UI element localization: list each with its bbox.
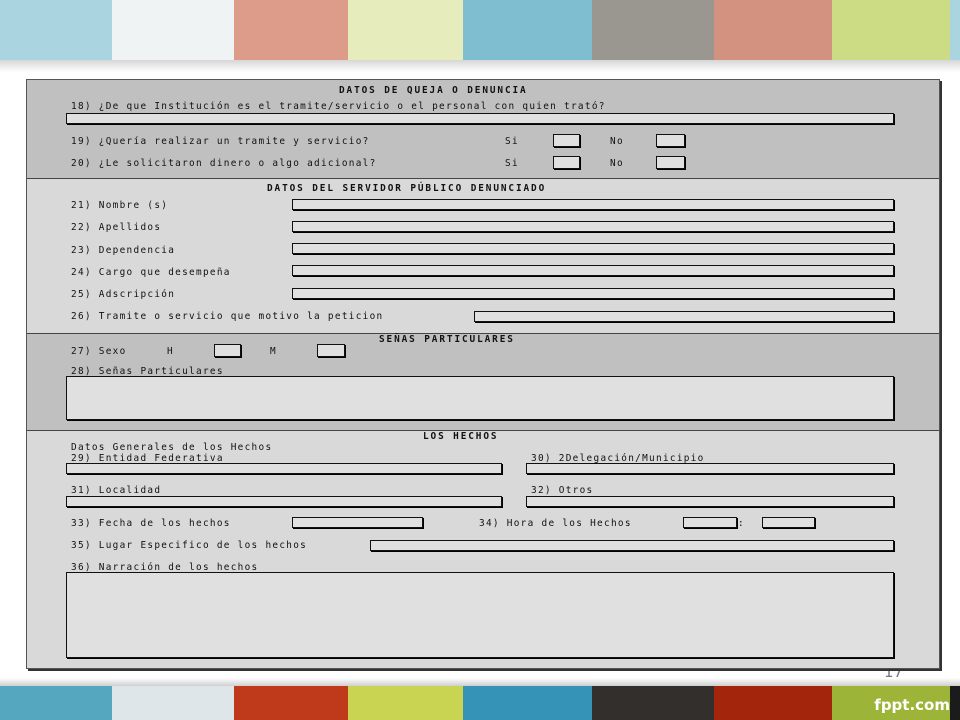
sexo-h-label: H [167, 346, 174, 357]
question-22-label: 22) Apellidos [71, 222, 162, 233]
section-queja-denuncia: DATOS DE QUEJA O DENUNCIA 18) ¿De que In… [27, 80, 939, 179]
q19-no-label: No [610, 136, 624, 147]
top-color-band [0, 0, 960, 66]
q20-no-label: No [610, 158, 624, 169]
section-senas-particulares: SEÑAS PARTICULARES 27) Sexo H M 28) Seña… [27, 334, 939, 431]
dependencia-input[interactable] [292, 243, 894, 254]
bottom-band-stripe [950, 686, 960, 720]
section-title: LOS HECHOS [423, 431, 499, 442]
lugar-especifico-input[interactable] [370, 540, 894, 551]
top-band-stripe [463, 0, 592, 66]
bottom-band-stripe [0, 686, 112, 720]
cargo-input[interactable] [292, 265, 894, 276]
hora-hechos-hours-input[interactable] [683, 517, 737, 528]
narracion-hechos-textarea[interactable] [66, 572, 894, 658]
section-title: DATOS DE QUEJA O DENUNCIA [339, 85, 528, 96]
apellidos-input[interactable] [292, 221, 894, 232]
otros-input[interactable] [526, 496, 894, 507]
complaint-form: DATOS DE QUEJA O DENUNCIA 18) ¿De que In… [26, 79, 940, 669]
bottom-color-band [0, 686, 960, 720]
question-32-label: 32) Otros [531, 485, 594, 496]
question-24-label: 24) Cargo que desempeña [71, 267, 231, 278]
top-band-stripe [714, 0, 832, 66]
question-21-label: 21) Nombre (s) [71, 200, 169, 211]
hechos-subtitle: Datos Generales de los Hechos [71, 442, 273, 453]
q20-no-checkbox[interactable] [656, 156, 685, 169]
question-35-label: 35) Lugar Especifico de los hechos [71, 540, 308, 551]
top-band-stripe [112, 0, 234, 66]
sexo-h-checkbox[interactable] [214, 344, 241, 357]
question-23-label: 23) Dependencia [71, 245, 176, 256]
q19-si-checkbox[interactable] [553, 134, 580, 147]
top-band-stripe [832, 0, 950, 66]
question-18-input[interactable] [66, 113, 894, 124]
q20-si-checkbox[interactable] [553, 156, 580, 169]
top-band-stripe [950, 0, 960, 66]
question-34-label: 34) Hora de los Hechos [479, 518, 632, 529]
q20-si-label: Si [505, 158, 519, 169]
fppt-logo: fppt.com [874, 696, 950, 714]
top-band-stripe [348, 0, 463, 66]
sexo-m-label: M [270, 346, 277, 357]
top-band-shadow [0, 60, 960, 72]
q19-si-label: Si [505, 136, 519, 147]
q19-no-checkbox[interactable] [656, 134, 685, 147]
bottom-band-stripe [112, 686, 234, 720]
question-18-label: 18) ¿De que Institución es el tramite/se… [71, 101, 606, 112]
nombre-input[interactable] [292, 199, 894, 210]
top-band-stripe [592, 0, 714, 66]
adscripcion-input[interactable] [292, 288, 894, 299]
bottom-band-stripe [714, 686, 832, 720]
bottom-band-stripe [348, 686, 463, 720]
question-26-label: 26) Tramite o servicio que motivo la pet… [71, 311, 384, 322]
section-los-hechos: LOS HECHOS Datos Generales de los Hechos… [27, 431, 939, 668]
top-band-stripe [0, 0, 112, 66]
question-20-label: 20) ¿Le solicitaron dinero o algo adicio… [71, 158, 377, 169]
question-19-label: 19) ¿Quería realizar un tramite y servic… [71, 136, 370, 147]
question-33-label: 33) Fecha de los hechos [71, 518, 231, 529]
hora-hechos-minutes-input[interactable] [762, 517, 815, 528]
section-servidor-publico: DATOS DEL SERVIDOR PÚBLICO DENUNCIADO 21… [27, 179, 939, 334]
bottom-band-stripe [234, 686, 348, 720]
section-title: SEÑAS PARTICULARES [379, 334, 515, 345]
question-25-label: 25) Adscripción [71, 289, 176, 300]
delegacion-municipio-input[interactable] [526, 463, 894, 474]
sexo-m-checkbox[interactable] [317, 344, 345, 357]
question-31-label: 31) Localidad [71, 485, 162, 496]
hora-separator: : [738, 518, 745, 529]
top-band-stripe [234, 0, 348, 66]
question-27-label: 27) Sexo [71, 346, 127, 357]
bottom-band-shadow [0, 678, 960, 686]
localidad-input[interactable] [66, 496, 502, 507]
tramite-input[interactable] [474, 311, 894, 322]
bottom-band-stripe [592, 686, 714, 720]
entidad-federativa-input[interactable] [66, 463, 502, 474]
fecha-hechos-input[interactable] [292, 517, 423, 528]
senas-particulares-textarea[interactable] [66, 376, 894, 420]
section-title: DATOS DEL SERVIDOR PÚBLICO DENUNCIADO [267, 183, 547, 194]
bottom-band-stripe [463, 686, 592, 720]
